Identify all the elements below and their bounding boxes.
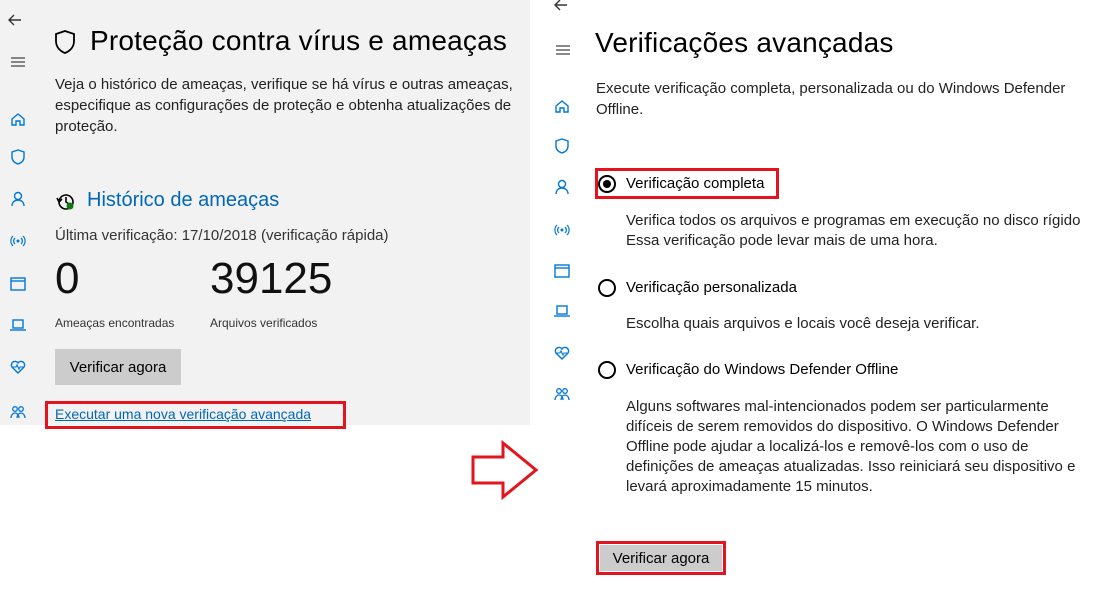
threats-label: Ameaças encontradas [55, 316, 175, 330]
custom-scan-radio[interactable] [598, 279, 616, 297]
family-icon[interactable] [9, 403, 27, 421]
files-label: Arquivos verificados [210, 316, 318, 330]
wireless-icon[interactable] [553, 221, 571, 239]
browser-icon[interactable] [553, 262, 571, 280]
home-icon[interactable] [9, 110, 27, 128]
advanced-scans-description: Execute verificação completa, personaliz… [596, 80, 1066, 118]
laptop-icon[interactable] [553, 302, 571, 320]
shield-icon[interactable] [553, 137, 571, 155]
advanced-scan-link[interactable]: Executar uma nova verificação avançada [55, 406, 311, 422]
heart-icon[interactable] [9, 358, 27, 376]
last-scan-text: Última verificação: 17/10/2018 (verifica… [55, 227, 389, 244]
custom-scan-description: Escolha quais arquivos e locais você des… [626, 315, 980, 332]
quick-scan-button[interactable]: Verificar agora [55, 349, 181, 385]
full-scan-label[interactable]: Verificação completa [626, 175, 764, 192]
laptop-icon[interactable] [9, 316, 27, 334]
full-scan-description: Verifica todos os arquivos e programas e… [626, 212, 1081, 249]
heart-icon[interactable] [553, 344, 571, 362]
history-icon [55, 191, 77, 213]
files-count: 39125 [210, 254, 333, 303]
page-description: Veja o histórico de ameaças, verifique s… [55, 76, 513, 135]
offline-scan-description: Alguns softwares mal-intencionados podem… [626, 398, 1076, 495]
family-icon[interactable] [553, 385, 571, 403]
full-scan-radio[interactable] [598, 175, 616, 193]
back-icon[interactable] [6, 11, 24, 29]
hamburger-icon[interactable] [554, 41, 572, 59]
right-arrow-icon [470, 439, 540, 501]
hamburger-icon[interactable] [9, 53, 27, 71]
offline-scan-label[interactable]: Verificação do Windows Defender Offline [626, 361, 898, 378]
browser-icon[interactable] [9, 275, 27, 293]
page-title: Proteção contra vírus e ameaças [90, 25, 508, 56]
back-icon[interactable] [552, 0, 570, 14]
left-window: Proteção contra vírus e ameaças Veja o h… [0, 0, 540, 592]
offline-scan-radio[interactable] [598, 361, 616, 379]
threats-count: 0 [55, 254, 80, 303]
scan-now-button[interactable]: Verificar agora [600, 545, 722, 571]
right-window: Verificações avançadas Execute verificaç… [540, 0, 1110, 592]
wireless-icon[interactable] [9, 232, 27, 250]
threat-history-title[interactable]: Histórico de ameaças [87, 189, 279, 212]
shield-icon[interactable] [9, 148, 27, 166]
advanced-scans-title: Verificações avançadas [595, 27, 894, 58]
person-icon[interactable] [9, 190, 27, 208]
custom-scan-label[interactable]: Verificação personalizada [626, 279, 797, 296]
home-icon[interactable] [553, 97, 571, 115]
shield-title-icon [53, 27, 77, 57]
person-icon[interactable] [553, 178, 571, 196]
